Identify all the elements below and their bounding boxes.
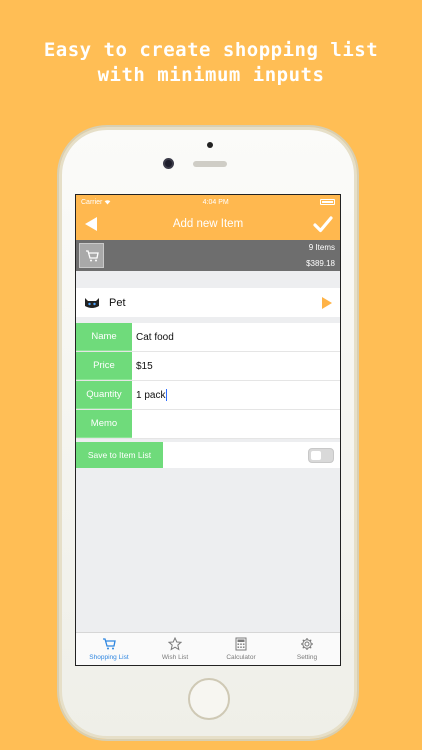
list-summary-bar: 9 Items $389.18 [76, 240, 340, 271]
price-field[interactable]: $15 [132, 352, 340, 380]
phone-screen: Carrier 4:04 PM Add new Item 9 Items $38… [75, 194, 341, 666]
calculator-icon [235, 637, 247, 651]
name-field[interactable]: Cat food [132, 323, 340, 351]
checkmark-icon[interactable] [313, 214, 333, 234]
name-label: Name [76, 323, 132, 351]
item-count: 9 Items [308, 243, 335, 252]
tab-wish-list[interactable]: Wish List [142, 633, 208, 665]
quantity-row: Quantity 1 pack [76, 381, 340, 410]
memo-label: Memo [76, 410, 132, 438]
navigation-bar: Add new Item [76, 209, 340, 240]
battery-icon [320, 199, 335, 205]
tab-label: Wish List [161, 654, 189, 661]
price-label: Price [76, 352, 132, 380]
home-button[interactable] [188, 678, 230, 720]
tab-label: Calculator [226, 654, 256, 661]
save-to-item-list-button[interactable]: Save to Item List [76, 442, 163, 468]
cart-button[interactable] [79, 243, 104, 268]
headline-line-1: Easy to create shopping list [43, 39, 379, 61]
play-arrow-icon[interactable] [322, 297, 332, 309]
quantity-label: Quantity [76, 381, 132, 409]
page-title: Add new Item [172, 218, 244, 230]
front-camera [163, 158, 174, 169]
save-toggle[interactable] [308, 448, 334, 463]
status-bar: Carrier 4:04 PM [76, 195, 340, 209]
price-row: Price $15 [76, 352, 340, 381]
tab-label: Setting [296, 654, 318, 661]
carrier-indicator: Carrier [81, 199, 111, 206]
toggle-knob [311, 451, 321, 460]
proximity-sensor [207, 142, 213, 148]
save-row: Save to Item List [76, 442, 340, 468]
carrier-label: Carrier [81, 198, 103, 206]
tab-setting[interactable]: Setting [274, 633, 340, 665]
cat-icon [85, 297, 99, 308]
quantity-field[interactable]: 1 pack [132, 381, 340, 409]
headline-line-2: with minimum inputs [97, 64, 325, 86]
category-label: Pet [109, 296, 126, 309]
tab-label: Shopping List [89, 654, 129, 661]
cart-icon [103, 638, 116, 650]
wifi-icon [105, 200, 111, 205]
category-selector[interactable]: Pet [76, 288, 340, 317]
memo-row: Memo [76, 410, 340, 439]
memo-field[interactable] [132, 410, 340, 438]
star-icon [168, 637, 182, 651]
tab-shopping-list[interactable]: Shopping List [76, 633, 142, 665]
tab-bar: Shopping List Wish List Calculator Setti… [76, 632, 340, 665]
earpiece-speaker [193, 161, 227, 167]
name-row: Name Cat food [76, 323, 340, 352]
total-price: $389.18 [306, 259, 335, 268]
quantity-value: 1 pack [136, 389, 166, 401]
text-cursor [166, 389, 168, 401]
cart-icon [85, 249, 99, 261]
status-time: 4:04 PM [202, 198, 229, 206]
item-form: Name Cat food Price $15 Quantity 1 pack … [76, 323, 340, 439]
tab-calculator[interactable]: Calculator [208, 633, 274, 665]
gear-icon [301, 638, 313, 650]
promo-headline: Easy to create shopping list with minimu… [0, 38, 422, 88]
